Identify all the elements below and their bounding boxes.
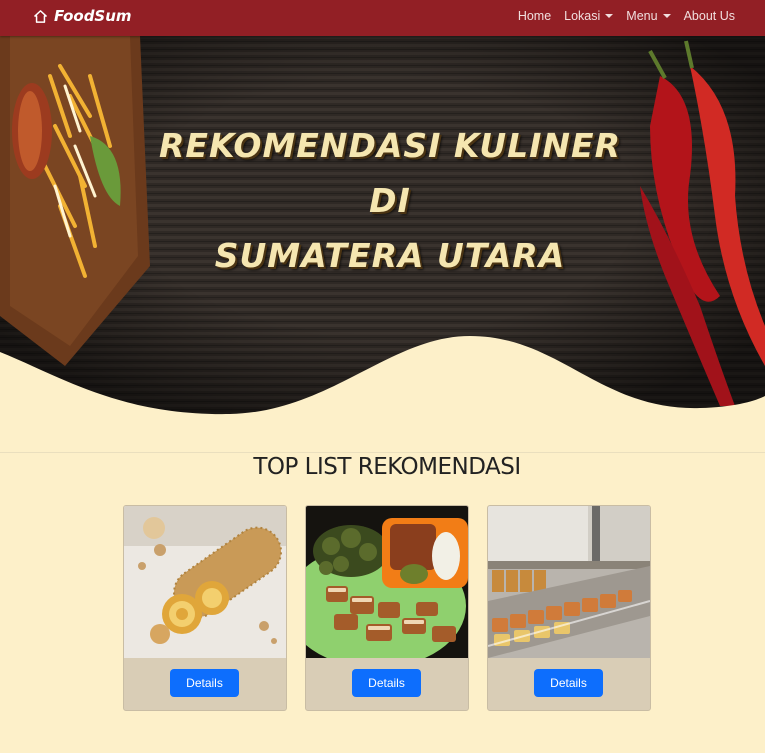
caret-down-icon — [605, 14, 614, 18]
recommendation-card: Details — [487, 505, 651, 711]
hero-line-2: DI — [369, 181, 411, 220]
section-divider — [0, 452, 765, 453]
nav-lokasi-dropdown[interactable]: Lokasi — [564, 9, 614, 23]
details-button[interactable]: Details — [352, 669, 421, 697]
recommendation-card: Details — [123, 505, 287, 711]
details-button[interactable]: Details — [170, 669, 239, 697]
hero-banner: REKOMENDASI KULINER DI SUMATERA UTARA — [0, 36, 765, 416]
details-button[interactable]: Details — [534, 669, 603, 697]
brand-link[interactable]: FoodSum — [33, 0, 132, 32]
nav-lokasi-label: Lokasi — [564, 9, 601, 23]
bakery-display-case-photo — [488, 506, 650, 658]
nav-home-link[interactable]: Home — [518, 9, 551, 23]
recommendation-card: Details — [305, 505, 469, 711]
caret-down-icon — [662, 14, 671, 18]
nav-menu-label: Menu — [626, 9, 658, 23]
hero-line-3: SUMATERA UTARA — [214, 236, 566, 275]
brand-name: FoodSum — [54, 7, 132, 25]
nav-links: Home Lokasi Menu About Us — [518, 0, 735, 32]
roast-pork-plate-photo — [306, 506, 468, 658]
section-title: TOP LIST REKOMENDASI — [253, 454, 521, 480]
hero-line-1: REKOMENDASI KULINER — [158, 126, 621, 165]
hero-heading: REKOMENDASI KULINER DI SUMATERA UTARA — [0, 118, 765, 283]
navbar: FoodSum Home Lokasi Menu About Us — [0, 0, 765, 36]
home-icon — [34, 9, 47, 23]
nav-home-label: Home — [517, 9, 552, 23]
nav-about-label: About Us — [683, 9, 735, 23]
nav-menu-dropdown[interactable]: Menu — [626, 9, 671, 23]
bolu-roll-cake-photo — [124, 506, 286, 658]
nav-about-link[interactable]: About Us — [684, 9, 735, 23]
